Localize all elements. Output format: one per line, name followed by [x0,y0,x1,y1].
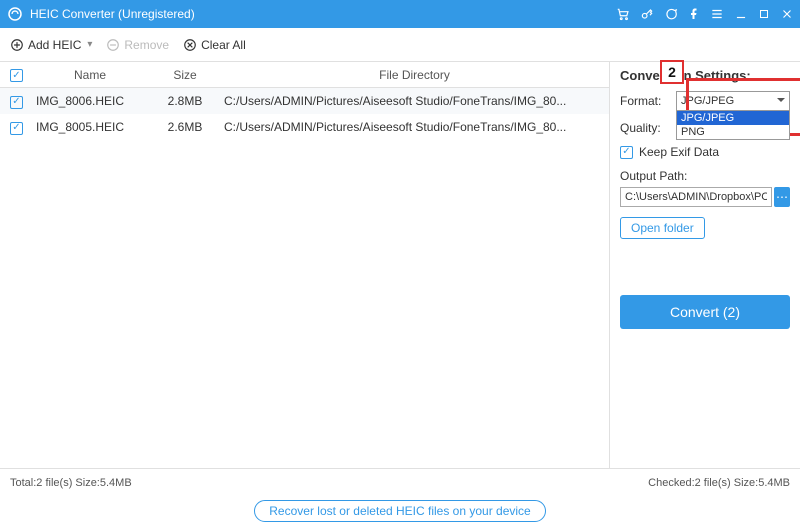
cell-directory: C:/Users/ADMIN/Pictures/Aiseesoft Studio… [220,120,609,134]
format-option-jpg[interactable]: JPG/JPEG [677,111,789,125]
keep-exif-checkbox[interactable]: ✓ [620,146,633,159]
remove-label: Remove [124,38,169,52]
cart-icon[interactable] [616,7,630,21]
header-name[interactable]: Name [30,68,150,82]
keep-exif-label: Keep Exif Data [639,145,719,159]
status-checked: Checked:2 file(s) Size:5.4MB [648,477,790,489]
cell-directory: C:/Users/ADMIN/Pictures/Aiseesoft Studio… [220,94,609,108]
settings-heading: Conversion Settings: [620,68,790,83]
main-area: ✓ Name Size File Directory ✓ IMG_8006.HE… [0,62,800,468]
remove-button: Remove [106,38,169,52]
titlebar-actions [616,7,794,21]
row-checkbox[interactable]: ✓ [10,96,23,109]
cell-size: 2.8MB [150,94,220,108]
key-icon[interactable] [640,7,654,21]
add-heic-label: Add HEIC [28,38,81,52]
minimize-button[interactable] [734,7,748,21]
row-checkbox[interactable]: ✓ [10,122,23,135]
add-heic-button[interactable]: Add HEIC ▾ [10,38,92,52]
chevron-down-icon[interactable]: ▾ [87,39,92,50]
status-bar: Total:2 file(s) Size:5.4MB Checked:2 fil… [0,468,800,496]
annotation-step-badge: 2 [660,60,684,84]
app-logo-icon [6,5,24,23]
chat-icon[interactable] [664,7,678,21]
convert-button[interactable]: Convert (2) [620,295,790,329]
keep-exif-row: ✓ Keep Exif Data [620,145,790,159]
format-field: Format: JPG/JPEG JPG/JPEG PNG [620,91,790,111]
minus-circle-icon [106,38,120,52]
toolbar: Add HEIC ▾ Remove Clear All [0,28,800,62]
file-list: ✓ Name Size File Directory ✓ IMG_8006.HE… [0,62,610,468]
select-all-checkbox[interactable]: ✓ [10,69,23,82]
format-select-value[interactable]: JPG/JPEG [676,91,790,111]
open-folder-button[interactable]: Open folder [620,217,705,239]
table-row[interactable]: ✓ IMG_8006.HEIC 2.8MB C:/Users/ADMIN/Pic… [0,88,609,114]
cell-name: IMG_8005.HEIC [30,120,150,134]
cell-name: IMG_8006.HEIC [30,94,150,108]
format-dropdown: JPG/JPEG PNG [676,110,790,140]
maximize-button[interactable] [758,8,770,20]
header-directory[interactable]: File Directory [220,68,609,82]
quality-label: Quality: [620,121,670,135]
table-row[interactable]: ✓ IMG_8005.HEIC 2.6MB C:/Users/ADMIN/Pic… [0,114,609,140]
output-path-label: Output Path: [620,169,790,183]
clear-all-label: Clear All [201,38,246,52]
table-header: ✓ Name Size File Directory [0,62,609,88]
bottom-link-bar: Recover lost or deleted HEIC files on yo… [0,496,800,526]
clear-all-button[interactable]: Clear All [183,38,246,52]
settings-panel: Conversion Settings: Format: JPG/JPEG JP… [610,62,800,468]
format-label: Format: [620,94,670,108]
header-size[interactable]: Size [150,68,220,82]
browse-button[interactable]: ⋯ [774,187,790,207]
plus-circle-icon [10,38,24,52]
menu-icon[interactable] [710,7,724,21]
close-button[interactable] [780,7,794,21]
recover-link[interactable]: Recover lost or deleted HEIC files on yo… [254,500,545,522]
format-select[interactable]: JPG/JPEG JPG/JPEG PNG [676,91,790,111]
window-title: HEIC Converter (Unregistered) [30,7,616,21]
output-path-input[interactable] [620,187,772,207]
status-total: Total:2 file(s) Size:5.4MB [10,477,132,489]
titlebar: HEIC Converter (Unregistered) [0,0,800,28]
output-path-row: ⋯ [620,187,790,207]
x-circle-icon [183,38,197,52]
format-option-png[interactable]: PNG [677,125,789,139]
cell-size: 2.6MB [150,120,220,134]
facebook-icon[interactable] [688,7,700,21]
